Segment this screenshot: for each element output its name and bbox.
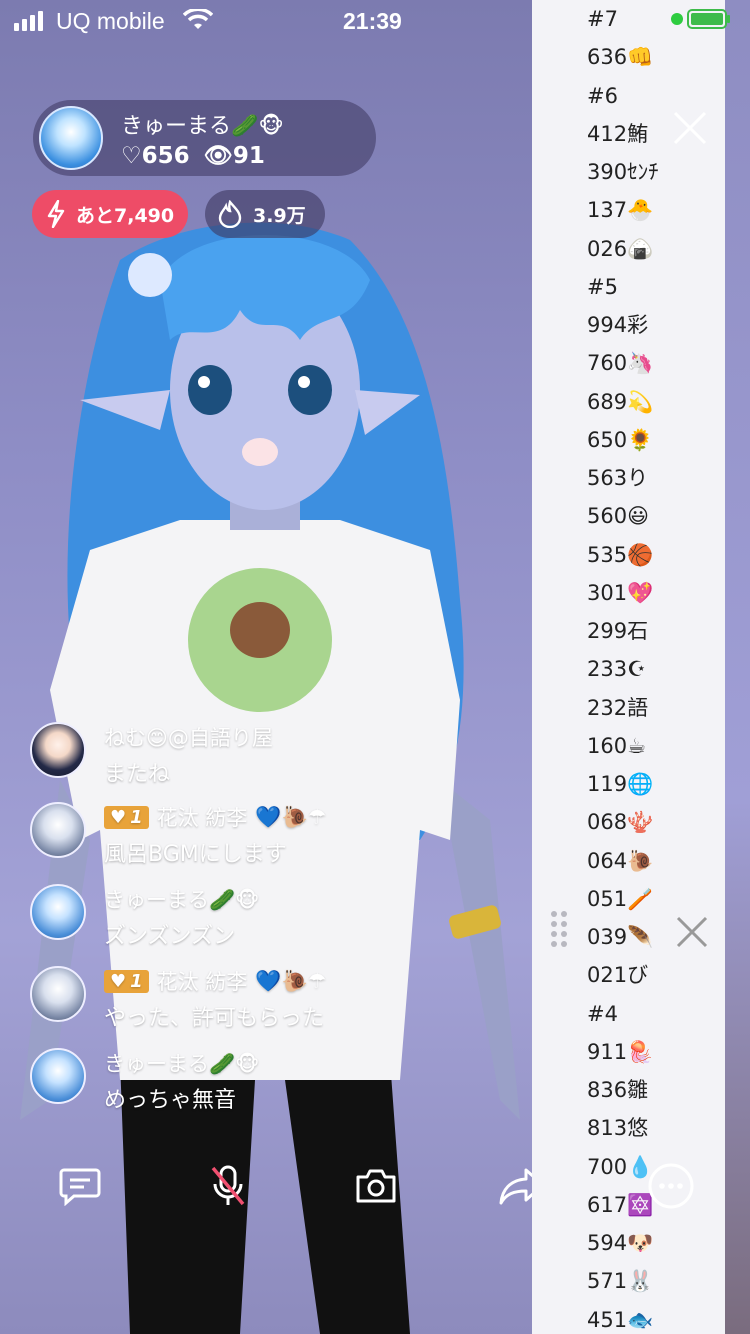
ranking-row: 232語 [587, 695, 649, 720]
commenter-avatar[interactable] [30, 722, 86, 778]
status-bar: UQ mobile 21:39 [0, 0, 532, 42]
comment-text: またね [104, 762, 171, 787]
drag-handle-icon[interactable] [550, 910, 570, 948]
more-icon [648, 1163, 694, 1209]
commenter-avatar[interactable] [30, 1048, 86, 1104]
ranking-row: 760🦄 [587, 351, 654, 376]
viewer-count: 91 [232, 143, 265, 169]
event-remaining-badge[interactable]: あと7,490 [32, 190, 188, 238]
comment-text: ズンズンズン [104, 924, 236, 949]
fire-icon [218, 200, 242, 228]
remaining-label: あと7,490 [76, 204, 175, 227]
commenter-name: きゅーまる🥒🐵 [104, 888, 260, 912]
user-emoji-icons: 💙🐌☂ [255, 968, 327, 993]
close-panel-icon[interactable] [672, 912, 712, 952]
host-stats: ♡656 👁91 [121, 142, 265, 169]
user-emoji-icons: 💙🐌☂ [255, 804, 327, 829]
carrier-name: UQ mobile [56, 8, 165, 34]
ranking-row: 299石 [587, 619, 649, 643]
battery-icon [671, 9, 730, 29]
comment-text: めっちゃ無音 [104, 1088, 237, 1113]
comment-text: 風呂BGMにします [104, 842, 287, 867]
host-name: きゅーまる🥒🐵 [121, 114, 284, 139]
likes-count: ♡656 [121, 143, 190, 169]
popularity-badge[interactable]: 3.9万 [205, 190, 325, 238]
ranking-row: #5 [587, 274, 618, 299]
ranking-row: 650🌻 [587, 427, 654, 452]
ranking-row: 301💖 [587, 580, 654, 605]
ranking-row: 560😃 [587, 504, 649, 529]
ranking-row: 064🐌 [587, 848, 654, 873]
ranking-row: 813悠 [587, 1116, 649, 1141]
mic-muted-icon [211, 1165, 245, 1206]
lightning-icon [47, 200, 65, 228]
ranking-row: 535🏀 [587, 542, 654, 567]
stream-edge-background [725, 0, 750, 1334]
ranking-row: 636👊 [587, 45, 654, 70]
ranking-row: 594🐶 [587, 1231, 654, 1255]
host-profile-pill[interactable]: きゅーまる🥒🐵 ♡656 👁91 [33, 100, 376, 176]
host-avatar[interactable] [39, 106, 103, 170]
mute-mic-button[interactable] [202, 1160, 254, 1212]
wifi-icon [183, 9, 213, 29]
ranking-row: 160☕ [587, 733, 646, 758]
camera-icon [356, 1169, 396, 1203]
signal-icon [14, 11, 43, 31]
ranking-row: 563り [587, 466, 649, 490]
heart-icon: ♥ [110, 970, 127, 992]
commenter-avatar[interactable] [30, 884, 86, 940]
ranking-row: 021び [587, 963, 649, 988]
popularity-label: 3.9万 [253, 204, 306, 227]
ranking-row: 689💫 [587, 389, 654, 414]
more-button[interactable] [645, 1160, 697, 1212]
comment-text: やった、許可もらった [104, 1006, 325, 1031]
ranking-row: 119🌐 [587, 772, 654, 796]
ranking-row: 571🐰 [587, 1269, 654, 1294]
ranking-row: 233☪ [587, 657, 646, 682]
live-stream-screen: UQ mobile 21:39 きゅーまる🥒🐵 ♡656 👁91 あと7,490… [0, 0, 750, 1334]
ranking-list: #7 636👊 #6 412鮪 390ｾﾝﾁ 137🐣 026🍙 #5 994彩 760🦄 689💫… [587, 0, 717, 1334]
eye-icon: 👁 [203, 143, 233, 169]
ranking-row: 451🐟 [587, 1307, 654, 1332]
level-badge: ♥ 1 [104, 805, 149, 829]
ranking-row: 836雛 [587, 1078, 649, 1102]
commenter-avatar[interactable] [30, 802, 86, 858]
commenter-name: ねむ😊@自語り屋 [104, 726, 273, 750]
commenter-avatar[interactable] [30, 966, 86, 1022]
comment-icon [59, 1168, 101, 1206]
commenter-name: きゅーまる🥒🐵 [104, 1052, 260, 1076]
level-badge: ♥ 1 [104, 969, 149, 993]
close-icon[interactable] [670, 108, 710, 148]
camera-button[interactable] [350, 1160, 402, 1212]
ranking-row: 068🪸 [587, 810, 654, 835]
ranking-row: 911🪼 [587, 1039, 654, 1064]
heart-icon: ♥ [110, 806, 127, 828]
clock: 21:39 [343, 8, 402, 34]
ranking-row: 994彩 [587, 313, 649, 337]
commenter-name: ♥ 1 花汰 紡李 💙🐌☂ [104, 802, 326, 832]
ranking-row: 137🐣 [587, 198, 654, 223]
commenter-name: ♥ 1 花汰 紡李 💙🐌☂ [104, 966, 326, 996]
comment-button[interactable] [54, 1160, 106, 1212]
ranking-row: #4 [587, 1001, 618, 1026]
ranking-row: 026🍙 [587, 236, 654, 261]
ranking-row: 390ｾﾝﾁ [587, 160, 659, 184]
